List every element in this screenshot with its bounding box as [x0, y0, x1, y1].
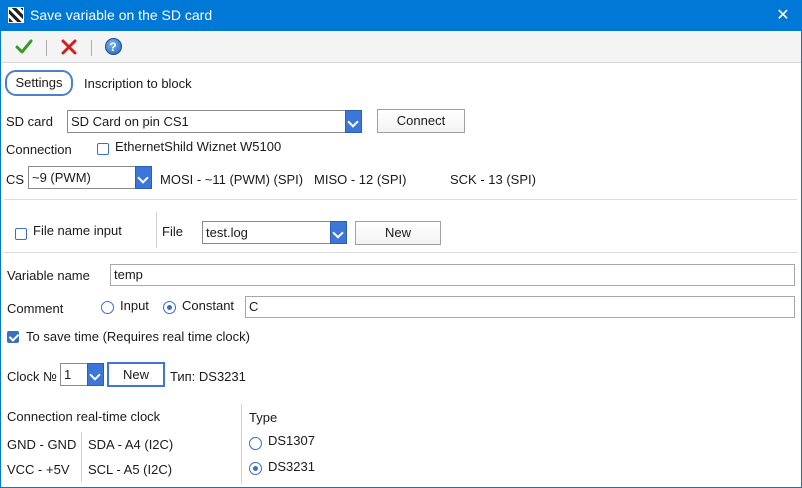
divider: [4, 252, 797, 253]
mosi-text: MOSI - ~11 (PWM) (SPI): [160, 172, 304, 187]
rtc-connection-title: Connection real-time clock: [7, 409, 161, 424]
ok-button[interactable]: [13, 36, 35, 58]
save-time-label: To save time (Requires real time clock): [26, 329, 250, 344]
clock-label: Clock №: [7, 369, 58, 384]
chevron-down-icon[interactable]: [345, 110, 362, 133]
toolbar-separator: [46, 40, 47, 56]
sd-card-value: SD Card on pin CS1: [71, 114, 189, 129]
miso-text: MISO - 12 (SPI): [314, 172, 407, 187]
file-name-input-checkbox[interactable]: [15, 228, 27, 240]
type-ds3231-label: DS3231: [268, 459, 315, 474]
window-title: Save variable on the SD card: [30, 7, 213, 23]
variable-name-label: Variable name: [7, 268, 90, 283]
save-time-checkbox[interactable]: [7, 331, 19, 343]
close-icon: [61, 39, 77, 55]
type-ds3231-radio[interactable]: [249, 462, 262, 475]
ethernet-label: EthernetShild Wiznet W5100: [115, 139, 282, 154]
sda-text: SDA - A4 (I2C): [88, 437, 174, 452]
comment-label: Comment: [7, 301, 64, 316]
scl-text: SCL - A5 (I2C): [88, 462, 173, 477]
divider: [156, 212, 157, 248]
ethernet-checkbox[interactable]: [97, 143, 109, 155]
clock-value: 1: [64, 367, 72, 382]
comment-input-label: Input: [120, 298, 149, 313]
sd-card-label: SD card: [6, 114, 53, 129]
file-select[interactable]: test.log: [202, 221, 347, 244]
clock-type-text: Тип: DS3231: [170, 369, 246, 384]
title-bar: Save variable on the SD card ✕: [0, 0, 802, 31]
new-file-button[interactable]: New: [355, 221, 441, 245]
cs-select[interactable]: ~9 (PWM): [28, 166, 152, 189]
divider: [4, 199, 797, 200]
clock-select[interactable]: 1: [60, 363, 104, 386]
file-value: test.log: [206, 225, 248, 240]
divider: [241, 404, 242, 484]
help-button[interactable]: ?: [102, 36, 124, 58]
connect-button[interactable]: Connect: [377, 109, 465, 133]
connection-label: Connection: [6, 142, 72, 157]
type-ds1307-radio[interactable]: [249, 437, 262, 450]
chevron-down-icon[interactable]: [135, 166, 152, 189]
cs-value: ~9 (PWM): [32, 170, 91, 185]
gnd-text: GND - GND: [7, 437, 77, 452]
cancel-button[interactable]: [58, 36, 80, 58]
close-icon[interactable]: ✕: [774, 5, 792, 25]
tab-inscription-to-block[interactable]: Inscription to block: [84, 76, 192, 91]
divider: [81, 432, 82, 482]
tab-settings[interactable]: Settings: [5, 70, 73, 96]
toolbar-separator: [91, 40, 92, 56]
chevron-down-icon[interactable]: [87, 363, 104, 386]
cs-label: CS: [6, 172, 25, 187]
sd-card-select[interactable]: SD Card on pin CS1: [67, 110, 362, 133]
help-icon: ?: [104, 38, 122, 55]
rtc-type-title: Type: [249, 410, 278, 425]
comment-constant-label: Constant: [182, 298, 235, 313]
file-name-input-label: File name input: [33, 223, 122, 238]
variable-name-field[interactable]: temp: [110, 264, 795, 286]
comment-field[interactable]: C: [245, 296, 795, 318]
comment-constant-radio[interactable]: [163, 301, 176, 314]
comment-input-radio[interactable]: [101, 301, 114, 314]
app-icon: [8, 7, 24, 23]
new-clock-button[interactable]: New: [107, 362, 165, 387]
vcc-text: VCC - +5V: [7, 462, 70, 477]
chevron-down-icon[interactable]: [330, 221, 347, 244]
toolbar: ?: [1, 32, 801, 63]
type-ds1307-label: DS1307: [268, 433, 315, 448]
file-label: File: [162, 224, 183, 239]
check-icon: [15, 39, 33, 54]
sck-text: SCK - 13 (SPI): [450, 172, 536, 187]
